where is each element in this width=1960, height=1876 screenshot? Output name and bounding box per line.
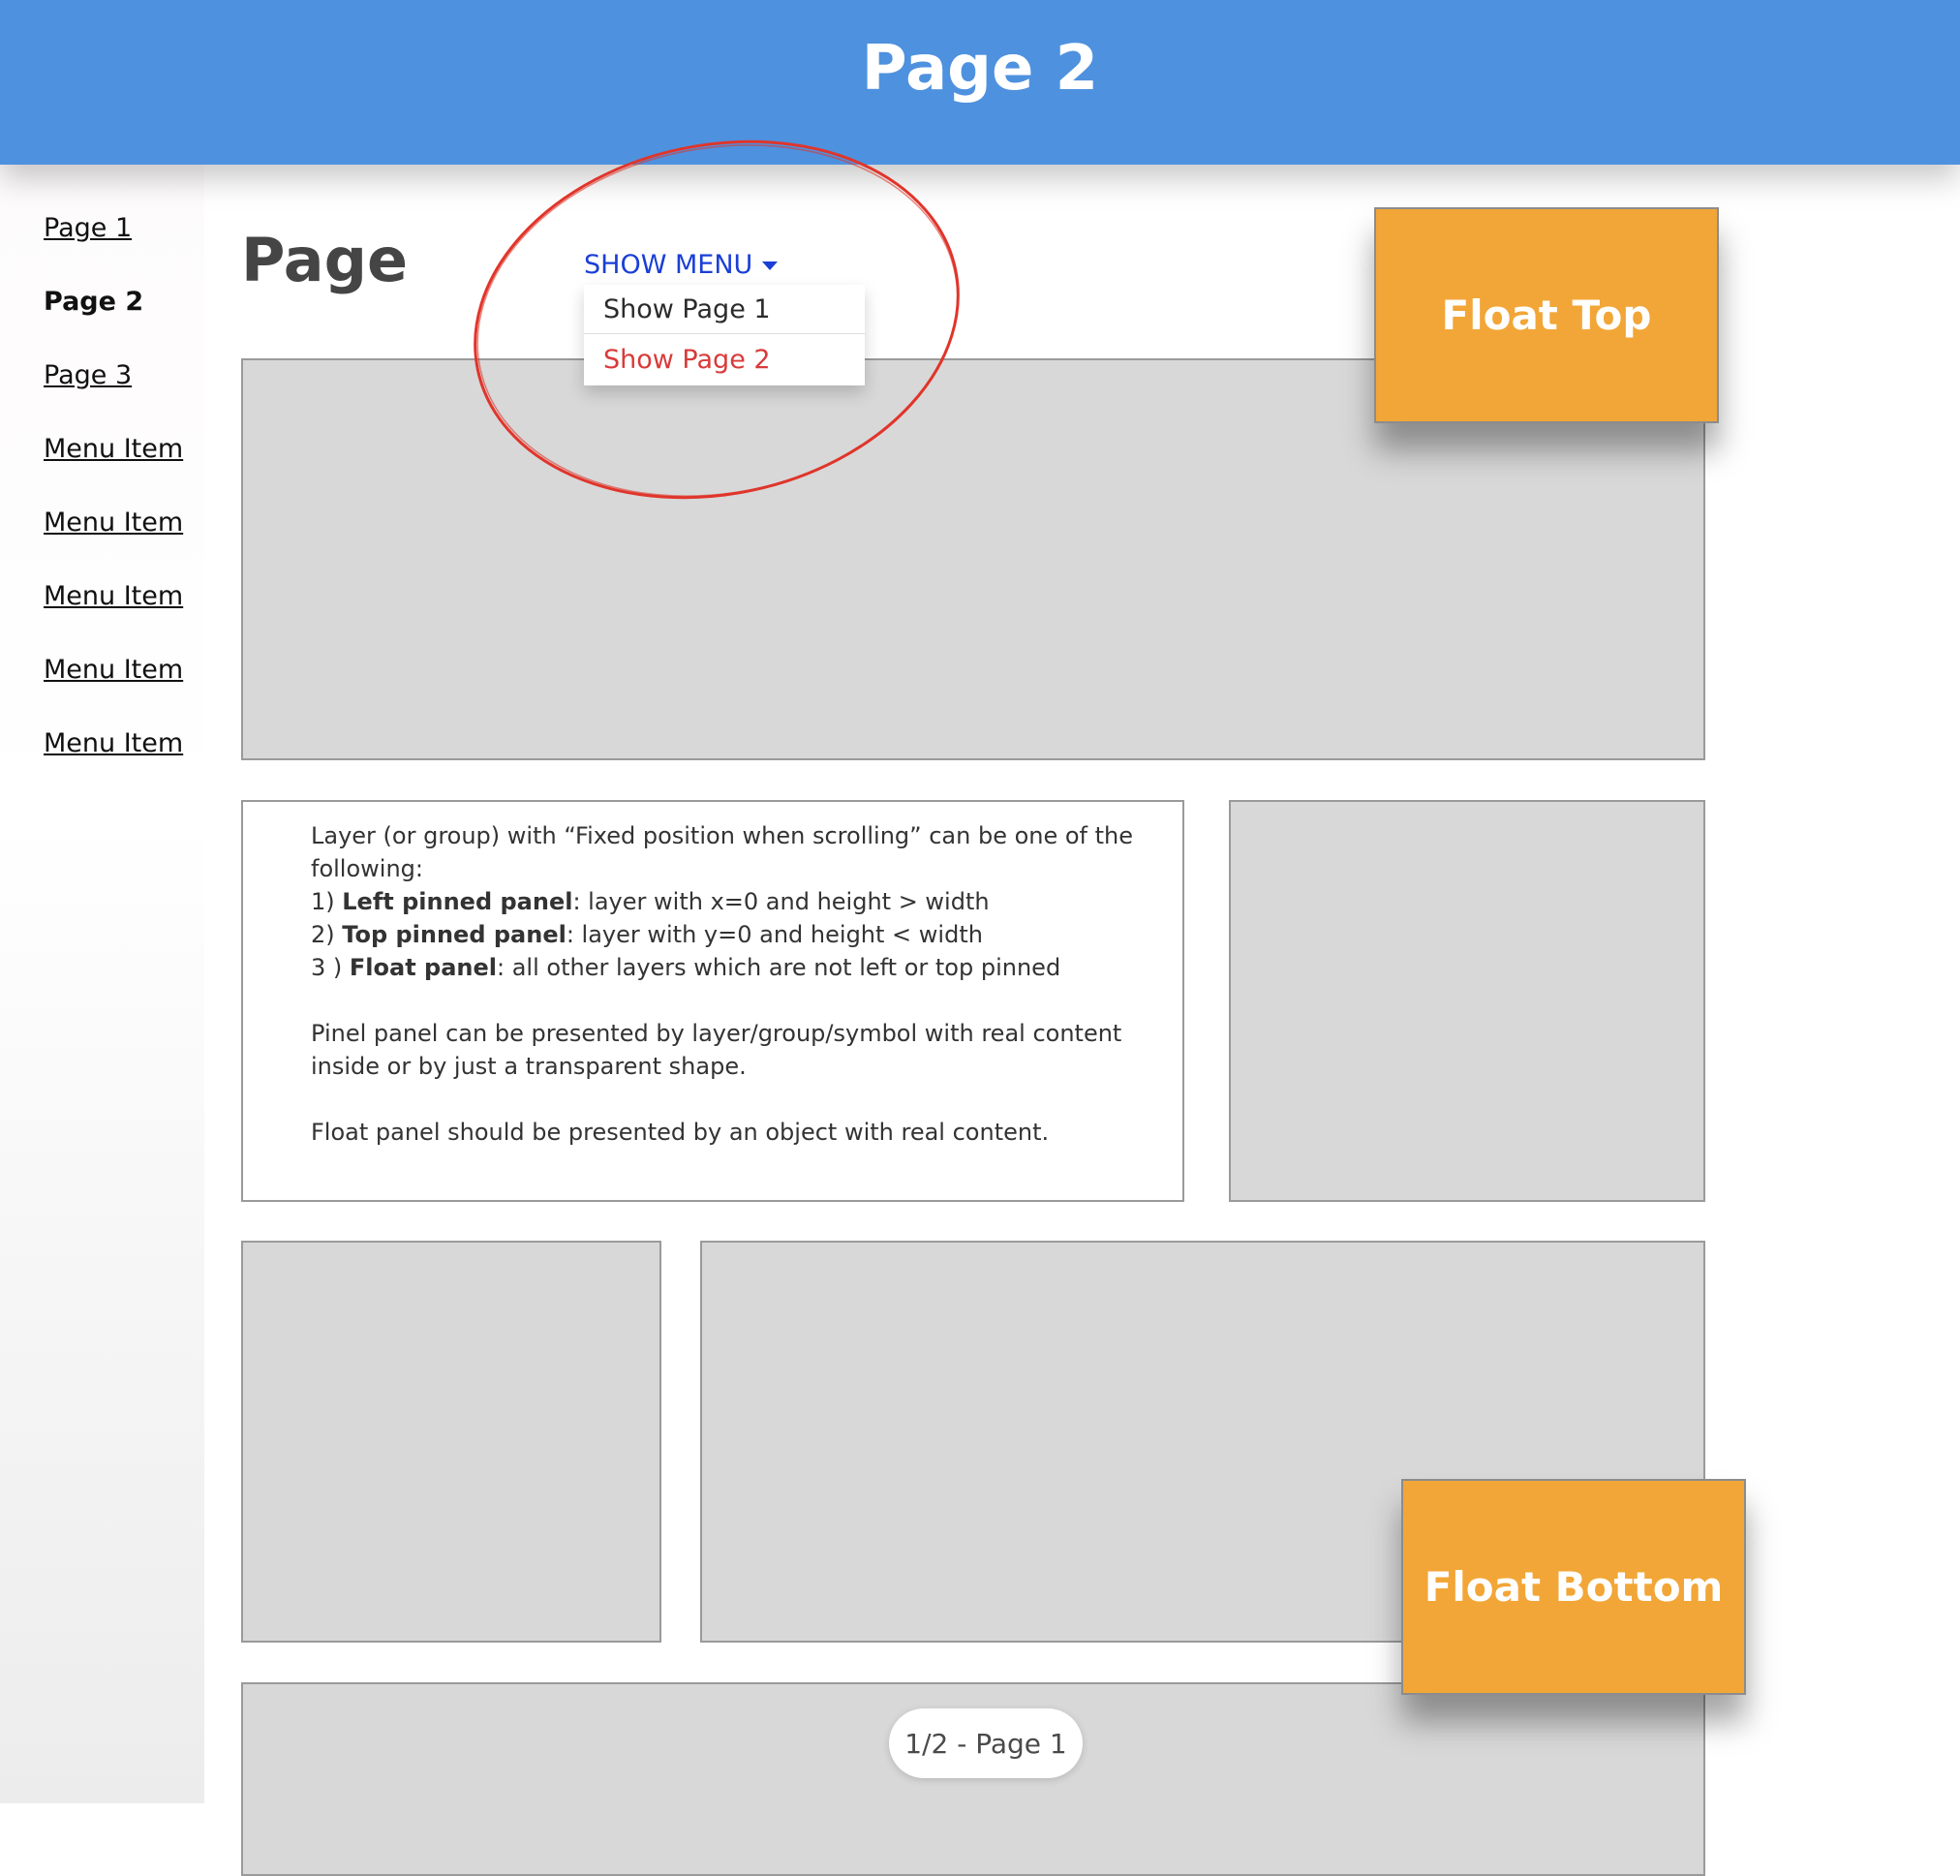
info-paragraph-float: Float panel should be presented by an ob… — [311, 1119, 1050, 1146]
sidebar-item-menu-1[interactable]: Menu Item — [44, 434, 183, 464]
menu-option-show-page-1[interactable]: Show Page 1 — [603, 294, 771, 324]
sidebar-item-menu-5[interactable]: Menu Item — [44, 728, 183, 758]
content-placeholder-right — [1229, 800, 1705, 1202]
sidebar-item-page-3[interactable]: Page 3 — [44, 360, 132, 390]
dropdown-divider — [584, 333, 865, 334]
content-placeholder-bottom-left — [241, 1241, 661, 1643]
header-title: Page 2 — [861, 33, 1099, 105]
top-pinned-header: Page 2 — [0, 0, 1960, 165]
sidebar-item-menu-4[interactable]: Menu Item — [44, 655, 183, 685]
left-pinned-sidebar: Page 1 Page 2 Page 3 Menu Item Menu Item… — [0, 165, 204, 1803]
caret-down-icon — [762, 261, 779, 270]
info-line-intro: Layer (or group) with “Fixed position wh… — [311, 822, 1134, 882]
page-indicator: 1/2 - Page 1 — [889, 1708, 1083, 1778]
menu-option-show-page-2[interactable]: Show Page 2 — [603, 345, 771, 375]
float-bottom-panel: Float Bottom — [1401, 1479, 1746, 1695]
sidebar-item-page-2[interactable]: Page 2 — [44, 287, 143, 317]
info-line-1: 1) Left pinned panel: layer with x=0 and… — [311, 888, 990, 915]
info-paragraph-pinel: Pinel panel can be presented by layer/gr… — [311, 1020, 1122, 1080]
info-text-panel: Layer (or group) with “Fixed position wh… — [241, 800, 1184, 1202]
show-menu-button[interactable]: SHOW MENU — [584, 250, 779, 280]
show-menu-dropdown: Show Page 1 Show Page 2 — [584, 285, 865, 385]
page-heading: Page — [241, 225, 409, 295]
info-text: Layer (or group) with “Fixed position wh… — [311, 819, 1182, 1149]
float-top-panel: Float Top — [1374, 207, 1719, 423]
info-line-3: 3 ) Float panel: all other layers which … — [311, 954, 1061, 981]
sidebar-item-menu-2[interactable]: Menu Item — [44, 507, 183, 538]
info-line-2: 2) Top pinned panel: layer with y=0 and … — [311, 921, 983, 948]
sidebar-item-menu-3[interactable]: Menu Item — [44, 581, 183, 611]
sidebar-item-page-1[interactable]: Page 1 — [44, 213, 132, 243]
show-menu-label: SHOW MENU — [584, 250, 753, 280]
